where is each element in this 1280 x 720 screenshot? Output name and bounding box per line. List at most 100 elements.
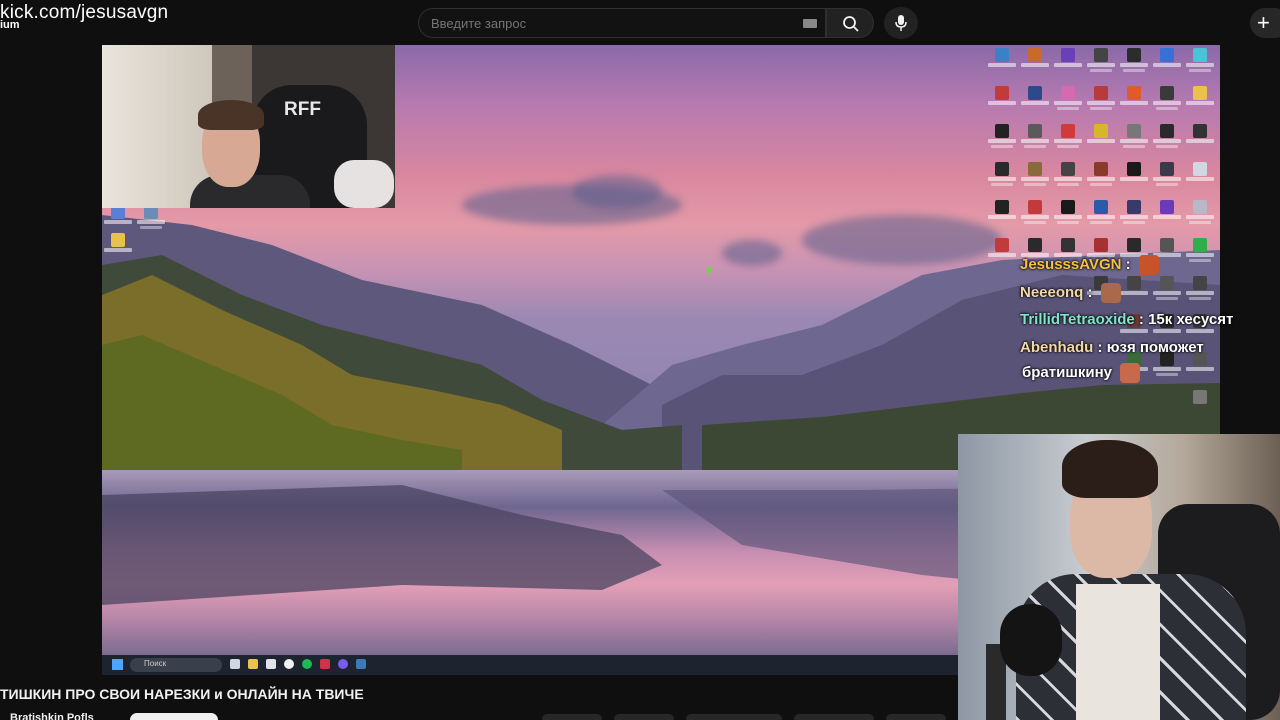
emote-icon bbox=[1120, 363, 1141, 383]
desktop-icon[interactable] bbox=[1054, 200, 1082, 236]
desktop-icon[interactable] bbox=[1120, 162, 1148, 198]
clip-button[interactable] bbox=[794, 714, 874, 720]
chat-message: братишкину bbox=[1022, 363, 1141, 383]
video-title: ТИШКИН ПРО СВОИ НАРЕЗКИ и ОНЛАЙН НА ТВИЧ… bbox=[0, 686, 364, 702]
chat-separator: : bbox=[1087, 283, 1093, 301]
desktop-icon[interactable] bbox=[988, 124, 1016, 160]
mouse-cursor bbox=[707, 265, 712, 277]
app-icon[interactable] bbox=[320, 659, 330, 669]
plush-toy bbox=[334, 160, 394, 208]
create-button[interactable]: + bbox=[1250, 8, 1280, 38]
desktop-icon[interactable] bbox=[988, 200, 1016, 236]
desktop-icon[interactable] bbox=[988, 48, 1016, 84]
desktop-icon[interactable] bbox=[137, 205, 165, 241]
desktop-icon[interactable] bbox=[1186, 390, 1214, 426]
chat-message: Abenhadu : юзя поможет bbox=[1020, 339, 1204, 356]
mic-icon bbox=[895, 15, 907, 31]
subscribe-button[interactable] bbox=[130, 713, 218, 720]
windows-taskbar: Поиск bbox=[102, 655, 958, 675]
streamer-shirt bbox=[1076, 584, 1160, 720]
desktop-icon[interactable] bbox=[1186, 48, 1214, 84]
share-button[interactable] bbox=[614, 714, 674, 720]
chat-username: Abenhadu bbox=[1020, 339, 1094, 356]
desktop-icon[interactable] bbox=[1021, 124, 1049, 160]
desktop-icon[interactable] bbox=[1153, 200, 1181, 236]
microphone bbox=[1000, 604, 1062, 676]
task-view-icon[interactable] bbox=[230, 659, 240, 669]
streamer-hair bbox=[198, 100, 264, 130]
chat-separator: : bbox=[1138, 311, 1144, 328]
chat-overlay: JesusssAVGN : Neeeonq : TrillidTetraoxid… bbox=[1020, 250, 1245, 385]
voice-search-button[interactable] bbox=[884, 7, 918, 39]
search-input[interactable] bbox=[431, 16, 791, 31]
desktop-icon[interactable] bbox=[988, 162, 1016, 198]
desktop-icon[interactable] bbox=[1087, 200, 1115, 236]
plus-icon: + bbox=[1257, 10, 1270, 35]
streamer-hair bbox=[1062, 440, 1158, 498]
chat-message: JesusssAVGN : bbox=[1020, 255, 1159, 275]
page: kick.com/jesusavgn ium + bbox=[0, 0, 1280, 720]
desktop-icon[interactable] bbox=[1021, 162, 1049, 198]
desktop-icon[interactable] bbox=[988, 238, 1016, 274]
chat-username: JesusssAVGN bbox=[1020, 255, 1122, 273]
desktop-icon[interactable] bbox=[1153, 162, 1181, 198]
folder-icon[interactable] bbox=[1186, 86, 1214, 122]
like-button[interactable] bbox=[542, 714, 602, 720]
desktop-icon[interactable] bbox=[1186, 124, 1214, 160]
desktop-icon[interactable] bbox=[1087, 124, 1115, 160]
save-button[interactable] bbox=[886, 714, 946, 720]
discord-icon[interactable] bbox=[338, 659, 348, 669]
channel-name[interactable]: Bratishkin Pofls bbox=[10, 712, 94, 720]
desktop-icon[interactable] bbox=[1054, 162, 1082, 198]
desktop-icon[interactable] bbox=[1153, 124, 1181, 160]
room-wall bbox=[102, 45, 212, 208]
desktop-icon[interactable] bbox=[1120, 124, 1148, 160]
download-button[interactable] bbox=[686, 714, 782, 720]
desktop-icon[interactable] bbox=[1087, 162, 1115, 198]
desktop-icon[interactable] bbox=[1153, 48, 1181, 84]
chair-logo-text: RFF bbox=[284, 99, 321, 120]
desktop-icon[interactable] bbox=[1153, 86, 1181, 122]
desktop-icon[interactable] bbox=[1120, 200, 1148, 236]
chat-separator: : bbox=[1097, 339, 1103, 356]
webcam-streamer-1: RFF bbox=[102, 45, 395, 208]
file-explorer-icon[interactable] bbox=[248, 659, 258, 669]
spotify-icon[interactable] bbox=[302, 659, 312, 669]
chat-text: юзя поможет bbox=[1106, 339, 1204, 356]
emote-icon bbox=[1100, 283, 1121, 303]
desktop-icon[interactable] bbox=[988, 86, 1016, 122]
store-icon[interactable] bbox=[266, 659, 276, 669]
folder-icon[interactable] bbox=[104, 233, 132, 269]
chat-separator: : bbox=[1125, 255, 1131, 273]
stream-url-overlay: kick.com/jesusavgn bbox=[0, 2, 169, 23]
chat-message: Neeeonq : bbox=[1020, 283, 1121, 303]
desktop-icon[interactable] bbox=[1021, 48, 1049, 84]
steam-icon[interactable] bbox=[356, 659, 366, 669]
desktop-icon[interactable] bbox=[1054, 48, 1082, 84]
windows-start-icon[interactable] bbox=[112, 659, 123, 670]
recycle-bin-icon[interactable] bbox=[1186, 162, 1214, 198]
chat-message: TrillidTetraoxide : 15к хесусят bbox=[1020, 311, 1233, 328]
desktop-icon[interactable] bbox=[1087, 48, 1115, 84]
chat-username: Neeeonq bbox=[1020, 283, 1084, 301]
channel-tag: ium bbox=[0, 19, 20, 31]
desktop-icon[interactable] bbox=[1054, 124, 1082, 160]
webcam-streamer-2 bbox=[958, 434, 1280, 720]
desktop-icon[interactable] bbox=[1120, 48, 1148, 84]
chat-text: братишкину bbox=[1022, 363, 1112, 381]
desktop-icon[interactable] bbox=[1186, 200, 1214, 236]
desktop-icon[interactable] bbox=[1021, 86, 1049, 122]
desktop-icon[interactable] bbox=[1087, 86, 1115, 122]
search-button[interactable] bbox=[826, 8, 874, 38]
desktop-icon[interactable] bbox=[1054, 86, 1082, 122]
taskbar-search-label: Поиск bbox=[144, 659, 167, 668]
taskbar-search[interactable]: Поиск bbox=[130, 658, 222, 672]
desktop-icon[interactable] bbox=[1120, 86, 1148, 122]
chat-username: TrillidTetraoxide bbox=[1020, 311, 1135, 328]
chat-text: 15к хесусят bbox=[1148, 311, 1234, 328]
top-bar: kick.com/jesusavgn ium + bbox=[0, 0, 1280, 45]
search-box[interactable] bbox=[418, 8, 826, 38]
yandex-browser-icon[interactable] bbox=[284, 659, 294, 669]
keyboard-icon[interactable] bbox=[803, 19, 817, 28]
desktop-icon[interactable] bbox=[1021, 200, 1049, 236]
